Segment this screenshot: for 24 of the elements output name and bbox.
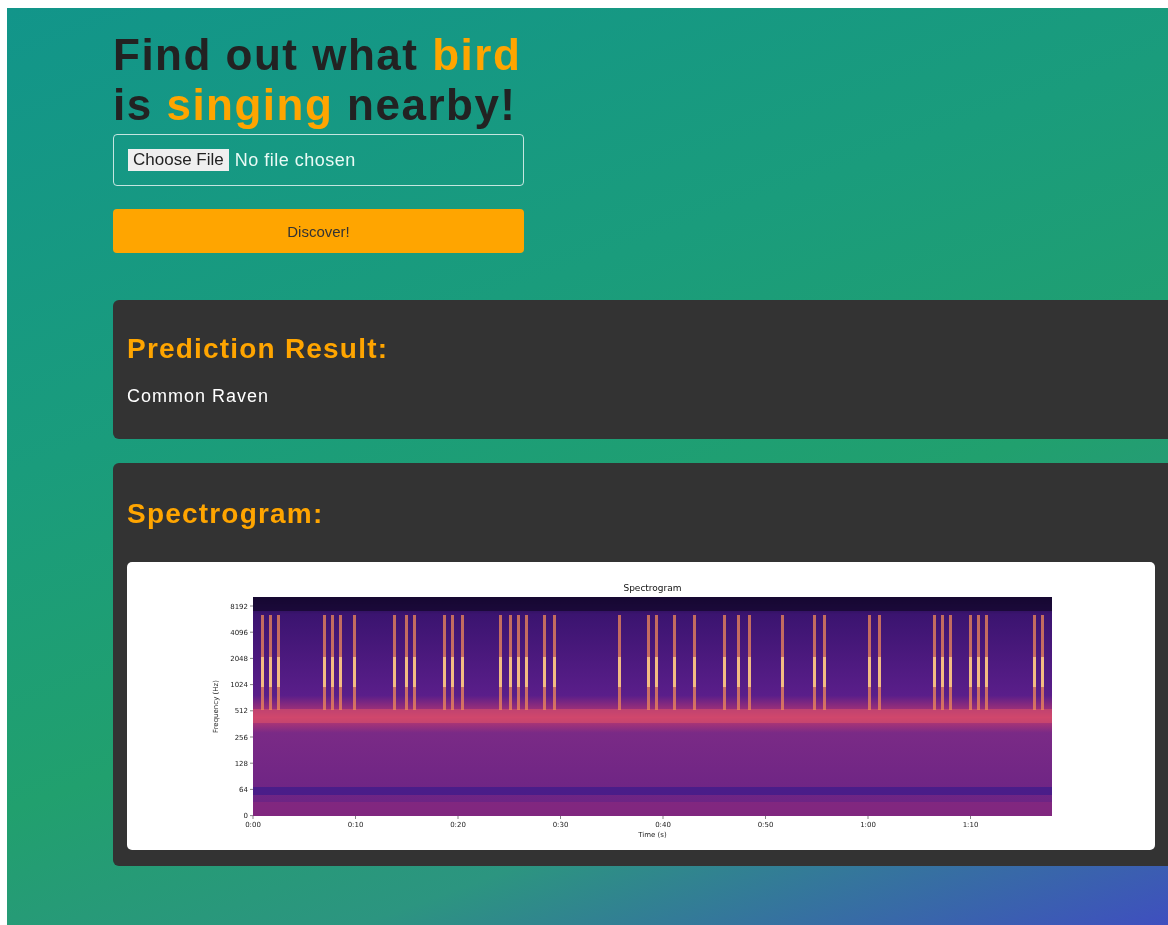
choose-file-button[interactable]: Choose File <box>128 149 229 171</box>
tick-mark <box>765 815 766 820</box>
discover-button[interactable]: Discover! <box>113 209 524 253</box>
tick-mark <box>249 710 254 712</box>
tick-mark <box>249 736 254 738</box>
card-title: Prediction Result: <box>127 333 390 365</box>
tick-mark <box>249 762 254 764</box>
tick-mark <box>249 605 254 607</box>
card-title: Spectrogram: <box>127 498 325 530</box>
file-status-text: No file chosen <box>234 149 356 171</box>
tick-mark <box>249 658 254 659</box>
tick-mark <box>249 684 254 685</box>
tick-mark <box>560 815 561 820</box>
tick-mark <box>867 815 869 820</box>
tick-mark <box>249 789 254 790</box>
file-input[interactable]: Choose File No file chosen <box>113 134 524 186</box>
tick-mark <box>970 815 971 820</box>
tick-mark <box>457 815 459 820</box>
page-heading: Find out what bird is singing nearby! <box>113 30 523 130</box>
prediction-text: Common Raven <box>127 386 271 407</box>
tick-mark <box>662 815 664 820</box>
plot-title: Spectrogram <box>623 583 682 593</box>
tick-mark <box>249 631 254 633</box>
tick-mark <box>355 815 356 820</box>
